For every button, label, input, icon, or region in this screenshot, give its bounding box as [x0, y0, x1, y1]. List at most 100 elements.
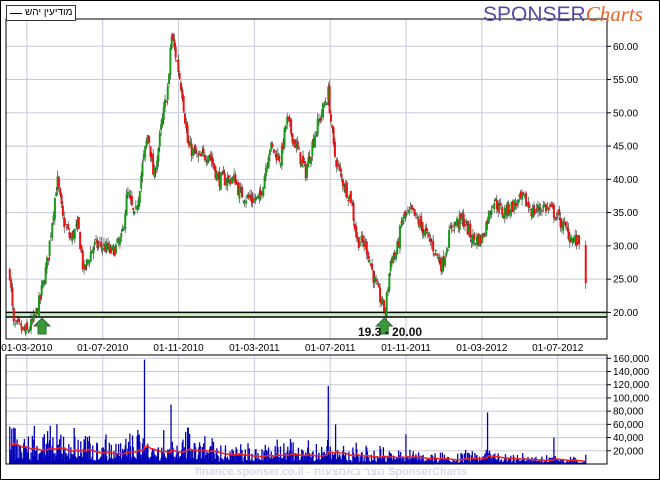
candle-body [183, 113, 186, 124]
candle-body [394, 253, 397, 260]
candle-body [509, 211, 512, 216]
candle-body [57, 177, 60, 188]
candle-body [332, 127, 335, 144]
candle-body [404, 210, 407, 217]
candle-body [255, 196, 258, 199]
candle-body [310, 156, 313, 165]
candle-body [32, 313, 35, 322]
candle-body [43, 283, 46, 285]
candle-body [148, 136, 151, 143]
candle-body [432, 240, 435, 252]
candle-body [92, 247, 95, 254]
volume-tick-label: 40,000 [613, 433, 644, 444]
candle-body [48, 240, 51, 257]
candle-body [133, 211, 136, 214]
candle-body [47, 257, 50, 260]
candle-body [55, 192, 58, 197]
candle-body [60, 194, 63, 205]
candle-body [473, 233, 476, 240]
y-tick-label: 25.00 [613, 275, 638, 286]
candle-body [118, 237, 121, 245]
candle-body [278, 155, 281, 162]
x-tick-label: 01-07-2012 [532, 343, 584, 354]
candle-body [436, 253, 439, 256]
candle-body [529, 209, 532, 211]
candle-body [540, 210, 543, 212]
candle-body [177, 59, 180, 72]
candle-body [157, 147, 160, 162]
candle-body [20, 325, 23, 331]
candle-body [328, 85, 331, 114]
legend-box: מודיעין יהש [6, 5, 77, 21]
candle-body [383, 299, 386, 312]
candle-body [197, 155, 200, 157]
candle-body [306, 166, 309, 178]
volume-tick-label: 20,000 [613, 446, 644, 457]
candle-body [401, 220, 404, 226]
candle-body [26, 322, 29, 330]
candle-body [165, 101, 168, 103]
candle-body [215, 172, 218, 181]
volume-tick-label: 100,000 [613, 393, 650, 404]
candle-body [421, 222, 424, 234]
candle-body [263, 175, 266, 189]
candle-body [564, 222, 567, 227]
candle-body [371, 264, 374, 270]
candle-body [100, 242, 103, 247]
volume-tick-label: 160,000 [613, 354, 650, 365]
candle-body [30, 319, 33, 331]
candle-body [120, 233, 123, 238]
candle-body [375, 279, 378, 282]
candle-body [392, 255, 395, 264]
candle-body [268, 149, 271, 156]
candle-body [527, 201, 530, 208]
candle-body [64, 224, 67, 226]
candle-body [347, 200, 350, 202]
candle-body [44, 266, 47, 284]
candle-body [405, 213, 408, 216]
candle-body [319, 118, 322, 121]
candle-body [19, 323, 22, 325]
chart-window: 01-03-2010 01-07-2010 01-11-2010 01-03-2011… [0, 0, 660, 480]
candle-body [203, 154, 206, 160]
y-tick-label: 45.00 [613, 142, 638, 153]
candle-body [229, 178, 232, 185]
candle-body [96, 239, 99, 249]
candle-body [219, 172, 222, 190]
candle-body [12, 308, 15, 322]
legend-label: מודיעין יהש [25, 7, 73, 18]
candle-body [349, 191, 352, 204]
candle-body [547, 208, 550, 210]
candle-body [103, 243, 106, 247]
candle-body [333, 141, 336, 157]
x-tick-label: 01-11-2011 [381, 343, 431, 354]
candle-body [186, 125, 189, 143]
candle-body [448, 230, 451, 249]
candle-body [408, 210, 411, 214]
candle-body [578, 235, 581, 245]
candle-body [534, 211, 537, 213]
candle-body [584, 244, 587, 284]
candle-body [446, 248, 449, 252]
candle-body [162, 106, 165, 121]
y-tick-label: 40.00 [613, 175, 638, 186]
candle-body [517, 199, 520, 205]
volume-tick-label: 140,000 [613, 367, 650, 378]
watermark: finance.sponser.co.il - נוצר באמצעות Spo… [195, 466, 467, 478]
stock-chart: 01-03-2010 01-07-2010 01-11-2010 01-03-2011… [1, 18, 650, 478]
candle-body [114, 244, 117, 254]
candle-body [169, 47, 172, 76]
candle-body [125, 194, 128, 216]
candle-body [555, 217, 558, 219]
candle-body [566, 226, 569, 229]
candle-body [428, 233, 431, 237]
candle-body [303, 161, 306, 163]
candle-body [18, 318, 21, 323]
candle-body [493, 203, 496, 210]
candle-body [10, 279, 13, 288]
candle-body [533, 205, 536, 216]
candle-body [144, 146, 147, 157]
buy-arrow-icon [32, 317, 52, 335]
candle-body [195, 153, 198, 155]
x-tick-label: 01-11-2010 [153, 343, 204, 354]
